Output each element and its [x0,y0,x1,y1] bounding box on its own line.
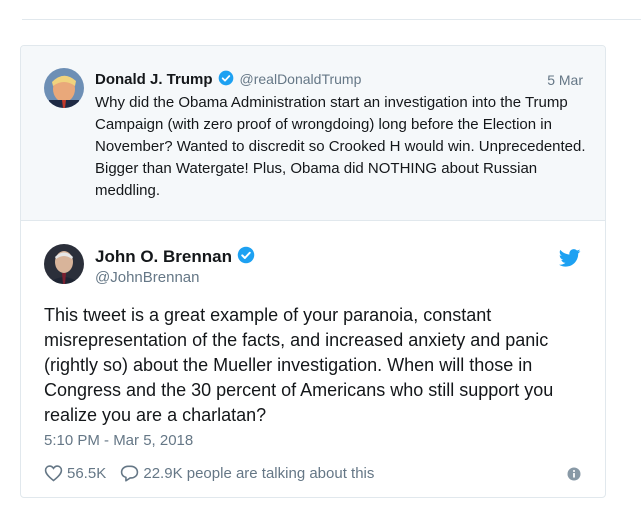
quoted-tweet[interactable]: Donald J. Trump @realDonaldTrump 5 Mar Wh… [21,46,605,221]
info-icon[interactable] [567,467,581,486]
top-divider [22,19,641,20]
author-handle[interactable]: @JohnBrennan [95,269,199,286]
quoted-author-name[interactable]: Donald J. Trump [95,71,213,88]
like-count: 56.5K [67,465,107,482]
tweet-actions: 56.5K 22.9K people are talking about thi… [44,464,384,482]
author-name[interactable]: John O. Brennan [95,247,232,266]
quoted-tweet-text: Why did the Obama Administration start a… [95,94,586,199]
quoted-avatar[interactable] [44,68,84,108]
tweet-text: This tweet is a great example of your pa… [44,305,554,425]
verified-badge-icon [218,70,234,91]
verified-badge-icon [237,246,255,269]
quoted-date[interactable]: 5 Mar [547,72,583,88]
quoted-header: Donald J. Trump @realDonaldTrump 5 Mar [95,70,583,90]
reply-conversation-button[interactable]: 22.9K people are talking about this [120,464,374,482]
tweet-embed-card: Donald J. Trump @realDonaldTrump 5 Mar Wh… [20,45,606,498]
like-button[interactable]: 56.5K [44,464,106,482]
author-name-row: John O. Brennan [95,246,255,269]
heart-icon [44,465,63,482]
speech-bubble-icon [120,465,139,482]
author-avatar[interactable] [44,244,84,284]
tweet-timestamp[interactable]: 5:10 PM - Mar 5, 2018 [44,432,193,449]
talking-count: 22.9K people are talking about this [143,465,375,482]
quoted-author-handle[interactable]: @realDonaldTrump [240,71,362,87]
twitter-bird-icon[interactable] [558,249,581,272]
